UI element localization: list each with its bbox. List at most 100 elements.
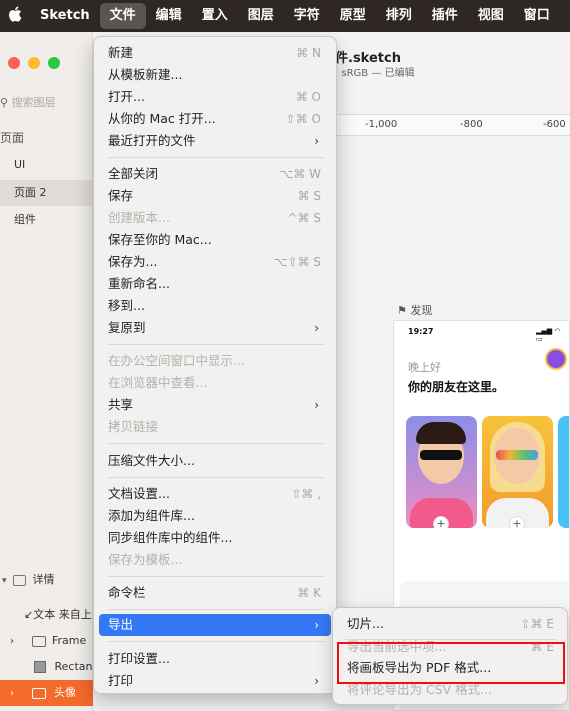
headline-text: 你的朋友在这里。 (408, 380, 505, 394)
menu-item-add-as-library[interactable]: 添加为组件库... (99, 505, 331, 527)
layer-row-avatar[interactable]: › 头像 (0, 680, 93, 706)
menu-sketch[interactable]: Sketch (30, 3, 100, 29)
details-header[interactable]: ▾ 详情 (0, 568, 93, 592)
status-bar-icons: ▂▄▆ ◠ ▭ (536, 327, 561, 343)
menu-label: 移到... (108, 298, 145, 313)
layer-row-frame[interactable]: › Frame (0, 628, 93, 654)
menu-item-document-settings[interactable]: 文档设置... ⇧⌘ , (99, 483, 331, 505)
chevron-right-icon[interactable]: › (10, 636, 14, 647)
profile-avatar (545, 348, 567, 370)
greeting-text: 晚上好 (408, 361, 441, 374)
menu-label: 导出 (108, 617, 134, 632)
layer-label: Frame (52, 634, 87, 647)
menu-item-move-to[interactable]: 移到... (99, 295, 331, 317)
menu-item-open-recent[interactable]: 最近打开的文件 › (99, 130, 331, 152)
menu-bar: Sketch 文件 编辑 置入 图层 字符 原型 排列 插件 视图 窗口 (0, 0, 570, 32)
ruler-tick: -600 (543, 119, 566, 130)
artboard-name: 发现 (410, 304, 433, 317)
menu-item-open-from-mac[interactable]: 从你的 Mac 打开... ⇧⌘ O (99, 108, 331, 130)
menu-item-open[interactable]: 打开... ⌘ O (99, 86, 331, 108)
layer-label: ↙文本 来自上 (24, 608, 92, 621)
sunglasses-icon (420, 450, 462, 460)
menu-item-new[interactable]: 新建 ⌘ N (99, 42, 331, 64)
close-window-button[interactable] (8, 57, 20, 69)
avatar-hair (416, 422, 466, 444)
menu-label: 新建 (108, 45, 134, 60)
menu-label: 复原到 (108, 320, 146, 335)
friend-card (558, 416, 569, 528)
menu-item-print-setup[interactable]: 打印设置... (99, 648, 331, 670)
menu-item-reduce-file-size[interactable]: 压缩文件大小... (99, 450, 331, 472)
menu-item-new-from-template[interactable]: 从模板新建... (99, 64, 331, 86)
menu-window[interactable]: 窗口 (514, 3, 560, 29)
menu-item-print[interactable]: 打印 › (99, 670, 331, 692)
folder-icon (31, 687, 46, 699)
menu-separator (108, 157, 324, 158)
menu-separator (108, 609, 324, 610)
menu-item-show-in-workspace: 在办公空间窗口中显示... (99, 350, 331, 372)
layer-search[interactable]: ⚲ 搜索图层 (0, 94, 56, 110)
menu-shortcut: ⇧⌘ E (520, 617, 554, 631)
menu-shortcut: ⇧⌘ O (285, 112, 321, 126)
horizontal-ruler: -1,000 -800 -600 (335, 114, 570, 136)
menu-separator (108, 641, 324, 642)
document-subtitle: · sRGB — 已编辑 (335, 68, 415, 79)
menu-item-save[interactable]: 保存 ⌘ S (99, 185, 331, 207)
menu-item-export-slices[interactable]: 切片... ⇧⌘ E (338, 613, 562, 635)
page-item-components[interactable]: 组件 (0, 207, 93, 233)
menu-file[interactable]: 文件 (99, 3, 146, 29)
menu-separator (108, 443, 324, 444)
menu-arrange[interactable]: 排列 (376, 3, 422, 29)
layer-row-rectangle[interactable]: Rectan (0, 654, 93, 680)
menu-separator (108, 477, 324, 478)
menu-label: 在办公空间窗口中显示... (108, 353, 245, 368)
menu-shortcut: ⌘ N (296, 46, 321, 60)
chevron-right-icon[interactable]: › (10, 688, 14, 699)
annotation-highlight-box (337, 642, 565, 684)
menu-label: 从模板新建... (108, 67, 183, 82)
chevron-right-icon: › (314, 674, 319, 688)
apple-menu-icon[interactable] (0, 6, 30, 26)
zoom-window-button[interactable] (48, 57, 60, 69)
ruler-tick: -1,000 (365, 119, 398, 130)
menu-item-rename[interactable]: 重新命名... (99, 273, 331, 295)
menu-item-command-bar[interactable]: 命令栏 ⌘ K (99, 582, 331, 604)
menu-plugins[interactable]: 插件 (422, 3, 468, 29)
menu-label: 保存至你的 Mac... (108, 232, 212, 247)
ruler-tick: -800 (460, 119, 483, 130)
menu-insert[interactable]: 置入 (192, 3, 238, 29)
menu-item-close-all[interactable]: 全部关闭 ⌥⌘ W (99, 163, 331, 185)
artboard-label[interactable]: ⚑ 发现 (397, 302, 432, 318)
menu-item-export[interactable]: 导出 › (99, 614, 331, 636)
menu-label: 文档设置... (108, 486, 170, 501)
friend-card: + (482, 416, 553, 528)
menu-view[interactable]: 视图 (468, 3, 514, 29)
menu-prototype[interactable]: 原型 (330, 3, 376, 29)
search-icon: ⚲ (0, 96, 9, 109)
menu-label: 打开... (108, 89, 145, 104)
minimize-window-button[interactable] (28, 57, 40, 69)
menu-item-revert-to[interactable]: 复原到 › (99, 317, 331, 339)
menu-label: 共享 (108, 397, 134, 412)
menu-label: 保存为... (108, 254, 158, 269)
menu-label: 保存为模板... (108, 552, 183, 567)
menu-shortcut: ^⌘ S (287, 211, 322, 225)
menu-label: 添加为组件库... (108, 508, 195, 523)
menu-layer[interactable]: 图层 (238, 3, 284, 29)
menu-item-save-as[interactable]: 保存为... ⌥⇧⌘ S (99, 251, 331, 273)
menu-item-save-to-mac[interactable]: 保存至你的 Mac... (99, 229, 331, 251)
chevron-down-icon[interactable]: ▾ (0, 576, 7, 586)
flag-icon: ⚑ (397, 304, 407, 317)
menu-text[interactable]: 字符 (284, 3, 330, 29)
page-item-ui[interactable]: UI (0, 152, 93, 178)
layer-row-text[interactable]: ↙文本 来自上 (0, 602, 93, 628)
menu-edit[interactable]: 编辑 (146, 3, 192, 29)
page-item-page-2[interactable]: 页面 2 (0, 180, 93, 206)
heart-glasses-icon (496, 450, 538, 460)
menu-shortcut: ⇧⌘ , (291, 487, 321, 501)
menu-item-sync-library-components[interactable]: 同步组件库中的组件... (99, 527, 331, 549)
add-friend-icon: + (509, 516, 525, 528)
menu-label: 在浏览器中查看... (108, 375, 208, 390)
menu-shortcut: ⌘ O (295, 90, 321, 104)
menu-item-share[interactable]: 共享 › (99, 394, 331, 416)
